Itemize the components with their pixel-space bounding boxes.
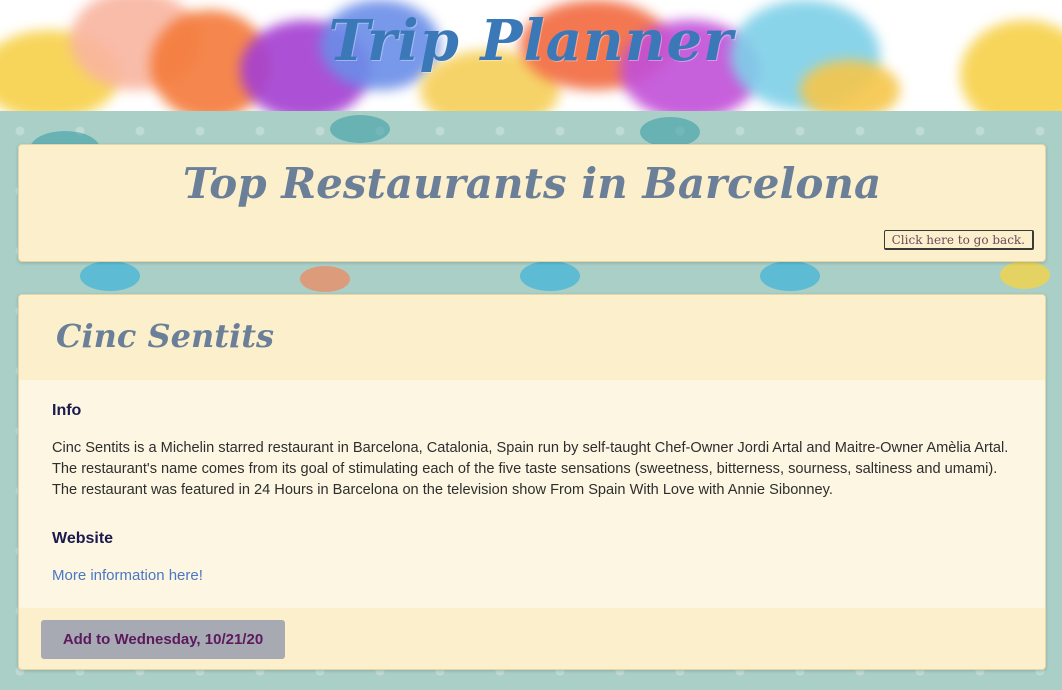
app-title: Trip Planner: [328, 8, 734, 74]
cloud-decoration: [300, 266, 350, 292]
restaurant-name: Cinc Sentits: [56, 317, 274, 355]
website-heading: Website: [52, 530, 114, 547]
back-button[interactable]: Click here to go back.: [883, 230, 1034, 250]
info-heading: Info: [52, 402, 82, 419]
dragon-decoration: [760, 261, 820, 291]
page-title: Top Restaurants in Barcelona: [182, 159, 882, 208]
restaurant-card: Cinc Sentits Info Cinc Sentits is a Mich…: [18, 294, 1046, 670]
dragon-decoration: [520, 261, 580, 291]
website-link[interactable]: More information here!: [52, 567, 203, 584]
cloud-decoration: [1000, 261, 1050, 289]
dragon-wing-decoration: [640, 117, 700, 147]
add-to-day-button[interactable]: Add to Wednesday, 10/21/20: [41, 620, 285, 659]
dragon-wing-decoration: [330, 115, 390, 143]
page-header-card: Top Restaurants in Barcelona Click here …: [18, 144, 1046, 262]
app-banner: Trip Planner: [0, 0, 1062, 111]
info-description: Cinc Sentits is a Michelin starred resta…: [52, 440, 1009, 498]
restaurant-card-header: Cinc Sentits: [19, 295, 1045, 380]
restaurant-card-footer: Add to Wednesday, 10/21/20: [19, 608, 1045, 669]
dragon-decoration: [80, 261, 140, 291]
